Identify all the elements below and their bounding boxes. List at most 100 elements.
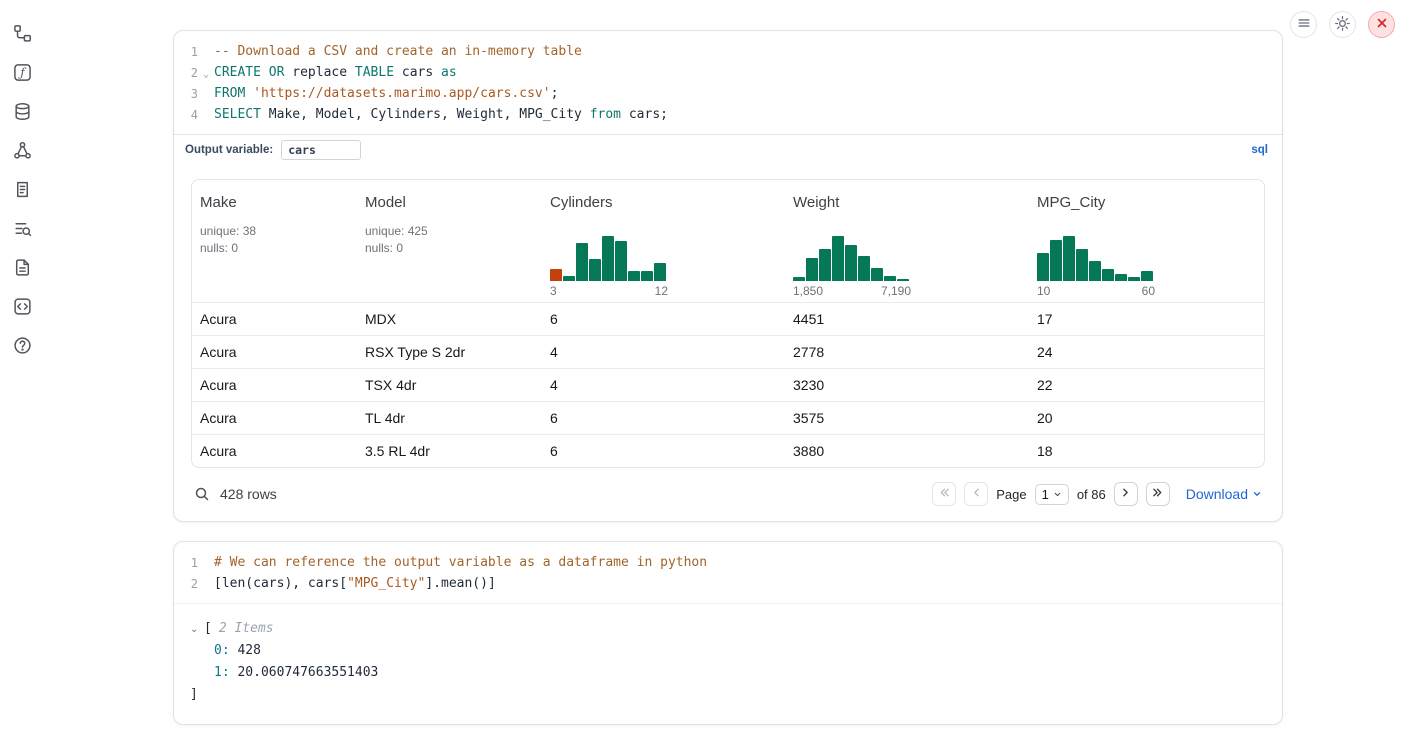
table-row[interactable]: AcuraTSX 4dr4323022 [192, 368, 1264, 401]
code-token: cars; [621, 107, 668, 122]
collapse-chevron-icon[interactable]: ⌄ [190, 624, 204, 635]
table-body: AcuraMDX6445117AcuraRSX Type S 2dr427782… [192, 302, 1264, 467]
sql-cell: 1 -- Download a CSV and create an in-memo… [173, 30, 1283, 522]
dependency-graph-icon[interactable] [11, 139, 33, 161]
histogram-min-label: 10 [1037, 284, 1050, 298]
table-cell: 17 [1029, 303, 1264, 335]
table-cell: 6 [542, 435, 785, 467]
histogram-bar [1063, 236, 1075, 281]
table-row[interactable]: AcuraRSX Type S 2dr4277824 [192, 335, 1264, 368]
table-cell: 3230 [785, 369, 1029, 401]
fold-chevron-icon[interactable]: ⌄ [198, 63, 214, 85]
code-token: [len(cars), cars[ [214, 576, 347, 591]
code-token: TABLE [355, 65, 394, 80]
prev-page-button[interactable] [964, 482, 988, 506]
histogram-bars [793, 236, 911, 281]
table-cell: 2778 [785, 336, 1029, 368]
histogram-bar [1115, 274, 1127, 281]
file-tree-icon[interactable] [11, 22, 33, 44]
histogram-bar [845, 245, 857, 281]
outline-icon[interactable] [11, 178, 33, 200]
tree-close-line: ] [190, 684, 1266, 706]
histogram-bar [641, 271, 653, 281]
table-row[interactable]: AcuraMDX6445117 [192, 302, 1264, 335]
table-row[interactable]: AcuraTL 4dr6357520 [192, 401, 1264, 434]
histogram-bar [628, 271, 640, 281]
close-button[interactable] [1368, 11, 1395, 38]
column-histogram[interactable]: 1,8507,190 [793, 236, 911, 302]
notebook-actions [1290, 11, 1395, 38]
table-cell: 3575 [785, 402, 1029, 434]
output-entry: 0: 428 [190, 640, 1266, 662]
pagination: Page 1 of 86 Download [932, 482, 1262, 506]
column-header-weight: Weight 1,8507,190 [785, 194, 1029, 302]
code-token: ; [551, 86, 559, 101]
table-cell: 4 [542, 336, 785, 368]
fold-gutter [198, 553, 214, 574]
column-name[interactable]: Make [200, 194, 349, 211]
histogram-bar [871, 268, 883, 281]
column-header-cylinders: Cylinders 312 [542, 194, 785, 302]
column-stat: unique: 425 [365, 223, 534, 240]
output-variable-label: Output variable: [185, 144, 273, 156]
prev-page-icon [970, 486, 983, 502]
document-icon[interactable] [11, 256, 33, 278]
snippets-icon[interactable] [11, 295, 33, 317]
column-name[interactable]: Cylinders [550, 194, 777, 211]
entry-value: 428 [230, 640, 261, 662]
column-header-make: Makeunique: 38nulls: 0 [192, 194, 357, 302]
code-text: [len(cars), cars["MPG_City"].mean()] [214, 574, 496, 595]
menu-icon [1297, 16, 1311, 33]
python-code-editor[interactable]: 1# We can reference the output variable … [174, 542, 1282, 603]
search-icon[interactable] [194, 486, 210, 502]
line-number: 1 [174, 553, 198, 574]
notebook-body: 1 -- Download a CSV and create an in-memo… [173, 30, 1283, 729]
fold-gutter [198, 574, 214, 595]
open-bracket: [ [204, 618, 212, 640]
code-text: -- Download a CSV and create an in-memor… [214, 42, 582, 63]
log-search-icon[interactable] [11, 217, 33, 239]
histogram-bar [654, 263, 666, 281]
python-output-tree: ⌄ [ 2 Items 0: 4281: 20.060747663551403 … [174, 603, 1282, 724]
settings-button[interactable] [1329, 11, 1356, 38]
histogram-bar [1102, 269, 1114, 281]
page-label: Page [996, 487, 1026, 502]
help-icon[interactable] [11, 334, 33, 356]
database-icon[interactable] [11, 100, 33, 122]
code-text: CREATE OR replace TABLE cars as [214, 63, 457, 85]
line-number: 2 [174, 574, 198, 595]
line-number: 3 [174, 84, 198, 105]
column-name[interactable]: Weight [793, 194, 1021, 211]
page-select[interactable]: 1 [1035, 484, 1069, 505]
download-label: Download [1186, 486, 1248, 502]
output-entry: 1: 20.060747663551403 [190, 662, 1266, 684]
line-number: 4 [174, 105, 198, 126]
histogram-bar [576, 243, 588, 281]
sql-code-editor[interactable]: 1-- Download a CSV and create an in-memo… [174, 31, 1282, 134]
first-page-button[interactable] [932, 482, 956, 506]
close-bracket: ] [190, 684, 198, 706]
code-token [245, 86, 253, 101]
code-line: 3 FROM 'https://datasets.marimo.app/cars.… [174, 84, 1282, 105]
menu-button[interactable] [1290, 11, 1317, 38]
tree-entries: 0: 4281: 20.060747663551403 [190, 640, 1266, 684]
next-page-button[interactable] [1114, 482, 1138, 506]
code-token: as [441, 65, 457, 80]
last-page-button[interactable] [1146, 482, 1170, 506]
histogram-max-label: 7,190 [881, 284, 911, 298]
python-cell: 1# We can reference the output variable … [173, 541, 1283, 725]
histogram-bar [1076, 249, 1088, 281]
variables-icon[interactable]: ƒ [11, 61, 33, 83]
output-variable-input[interactable] [281, 140, 361, 160]
column-histogram[interactable]: 1060 [1037, 236, 1155, 302]
histogram-bars [1037, 236, 1155, 281]
code-text: FROM 'https://datasets.marimo.app/cars.c… [214, 84, 558, 105]
column-name[interactable]: MPG_City [1037, 194, 1256, 211]
download-button[interactable]: Download [1186, 486, 1262, 502]
histogram-range: 1,8507,190 [793, 284, 911, 302]
data-table: Makeunique: 38nulls: 0Modelunique: 425nu… [191, 179, 1265, 468]
histogram-bar [1089, 261, 1101, 281]
column-name[interactable]: Model [365, 194, 534, 211]
column-histogram[interactable]: 312 [550, 236, 668, 302]
table-row[interactable]: Acura3.5 RL 4dr6388018 [192, 434, 1264, 467]
